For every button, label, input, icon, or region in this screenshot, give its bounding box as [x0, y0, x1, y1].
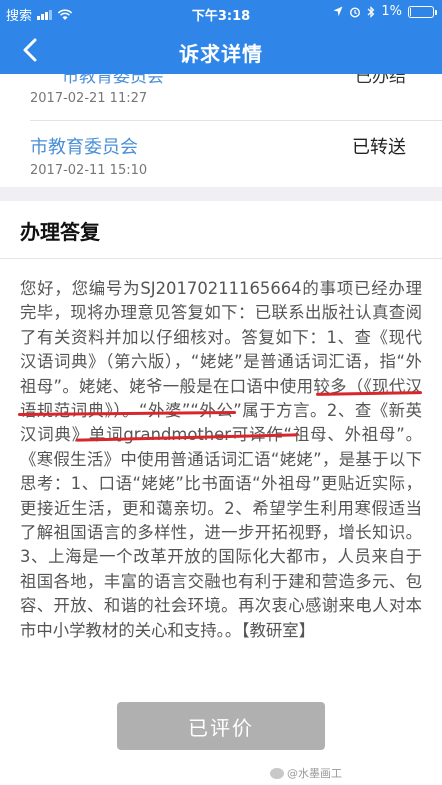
watermark: @水墨画工 [270, 765, 342, 781]
location-arrow-icon [333, 6, 343, 17]
section-title: 办理答复 [20, 220, 100, 244]
nav-bar: 诉求详情 [0, 26, 442, 74]
record-time: 2017-02-21 11:27 [30, 91, 148, 106]
bluetooth-icon [367, 5, 375, 18]
reply-text: 您好，您编号为SJ20170211165664的事项已经办理完毕，现将办理意见答… [20, 279, 422, 640]
status-right: 1% [333, 4, 437, 19]
weibo-logo-icon [270, 767, 284, 779]
record-time: 2017-02-11 15:10 [30, 163, 148, 178]
record-dept: 市教育委员会 [62, 74, 164, 87]
record-list: 市教育委员会 已办结 2017-02-21 11:27 市教育委员会 已转送 2… [0, 74, 442, 201]
page-title: 诉求详情 [179, 42, 263, 66]
alarm-icon [350, 6, 361, 18]
record-dept: 市教育委员会 [30, 137, 138, 158]
status-bar: 搜索 下午3:18 1% [0, 0, 442, 26]
record-status: 已办结 [355, 74, 406, 87]
record-status: 已转送 [352, 137, 406, 158]
battery-icon [408, 5, 437, 18]
record-item[interactable]: 市教育委员会 已转送 2017-02-11 15:10 [0, 121, 442, 187]
watermark-text: @水墨画工 [287, 767, 342, 780]
rated-button[interactable]: 已评价 [117, 702, 325, 750]
section-gap [0, 187, 442, 201]
battery-fill [410, 7, 411, 16]
battery-percent: 1% [381, 4, 402, 19]
record-item[interactable]: 市教育委员会 已办结 2017-02-21 11:27 [0, 74, 442, 120]
section-divider [0, 258, 442, 259]
